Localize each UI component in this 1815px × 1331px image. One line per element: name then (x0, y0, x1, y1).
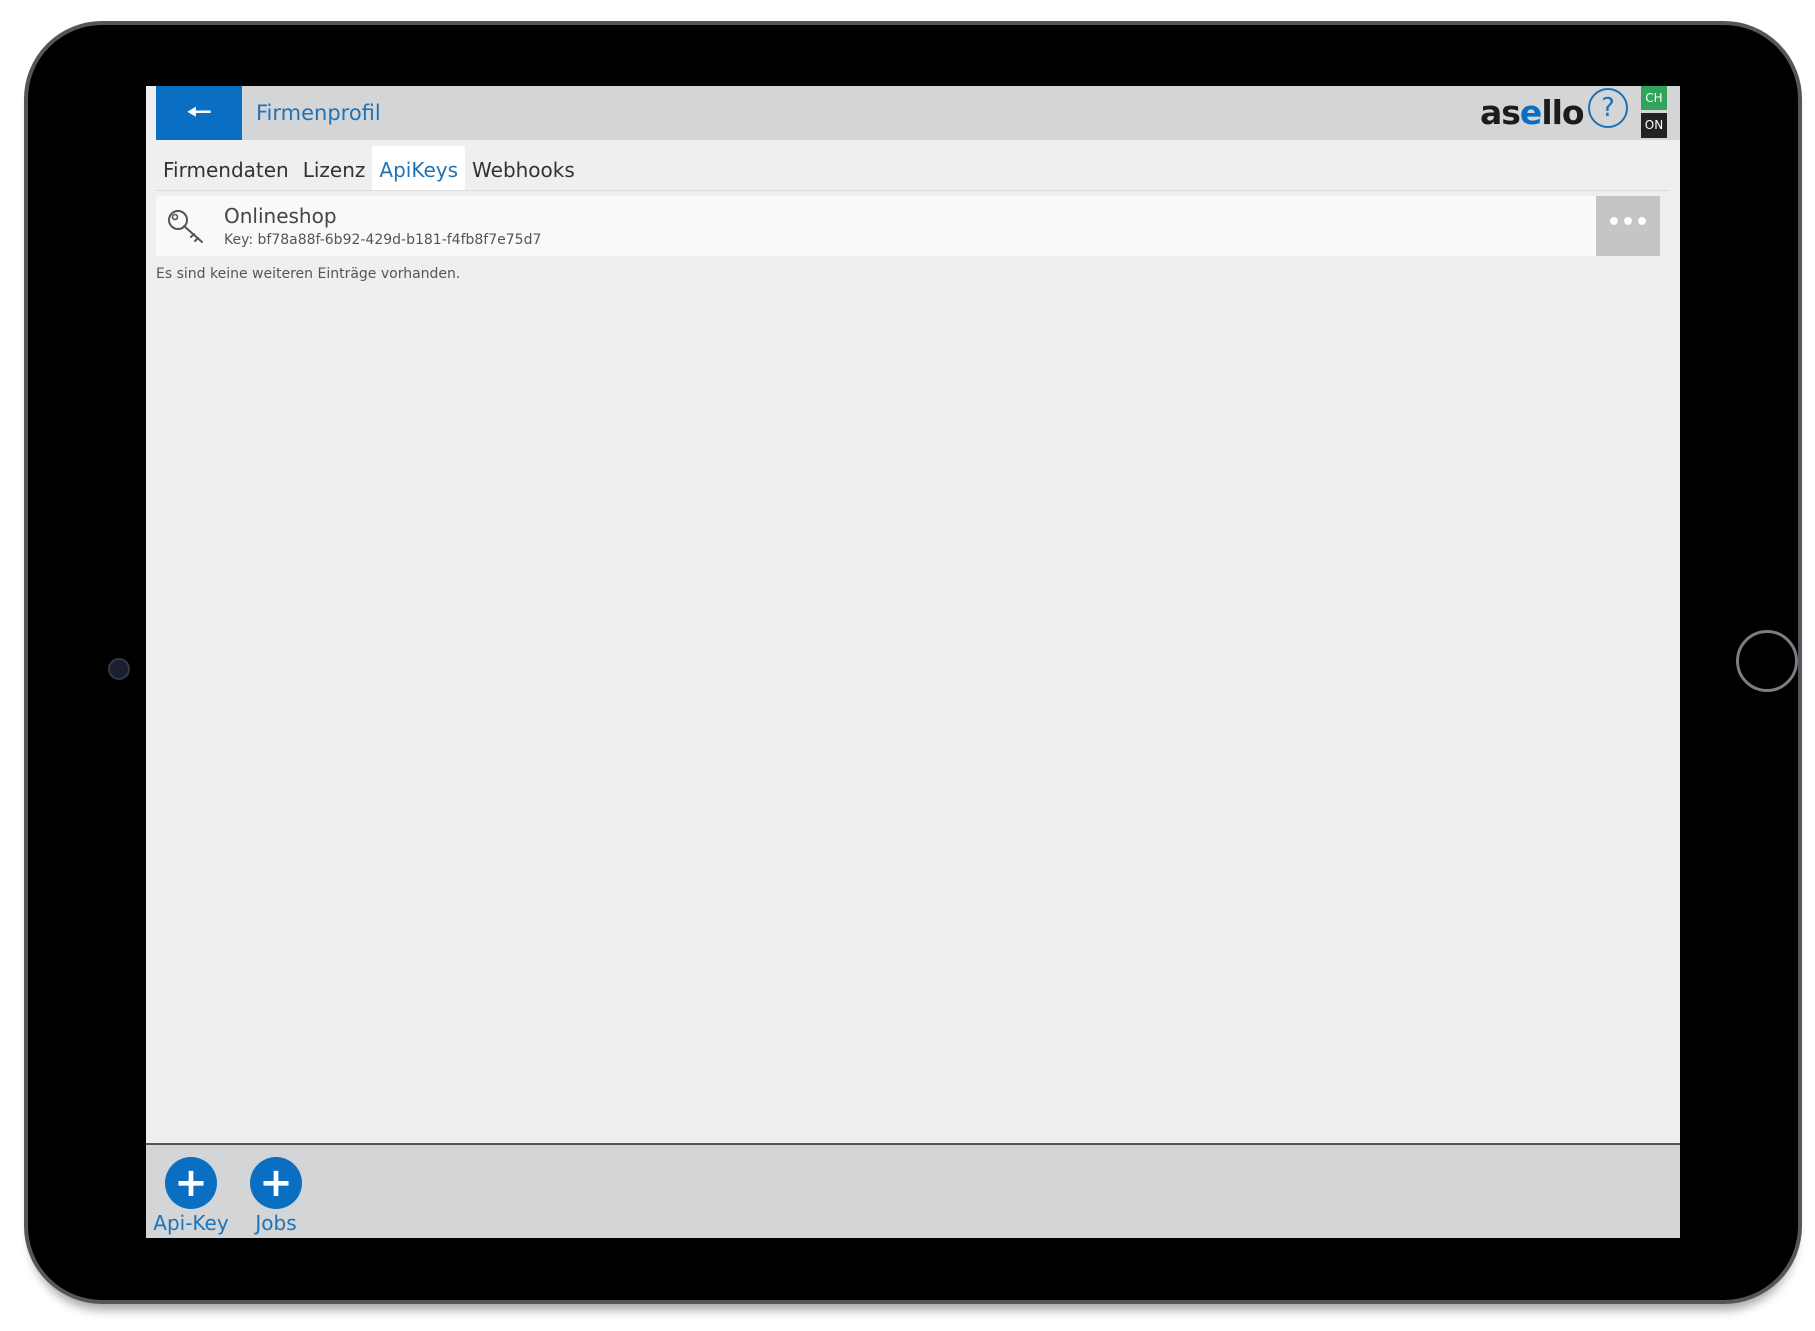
tab-divider (156, 190, 1670, 191)
key-icon (168, 210, 203, 243)
add-job-button[interactable]: + Jobs (236, 1157, 316, 1235)
add-api-key-label: Api-Key (153, 1211, 229, 1235)
plus-icon: + (250, 1157, 302, 1209)
plus-icon: + (165, 1157, 217, 1209)
asello-logo: asello (1480, 93, 1585, 132)
country-badge: CH (1641, 86, 1667, 110)
ellipsis-icon: ••• (1606, 210, 1650, 235)
tab-apikeys[interactable]: ApiKeys (372, 146, 466, 190)
tab-lizenz[interactable]: Lizenz (296, 146, 373, 190)
app-screen: 🠔 Firmenprofil asello ? CH ON Firmendate… (146, 86, 1680, 1238)
home-button[interactable] (1736, 630, 1798, 692)
question-mark-icon: ? (1601, 93, 1615, 123)
add-api-key-button[interactable]: + Api-Key (151, 1157, 231, 1235)
tab-webhooks[interactable]: Webhooks (465, 146, 582, 190)
page-title: Firmenprofil (256, 101, 381, 125)
tab-firmendaten[interactable]: Firmendaten (156, 146, 296, 190)
list-item[interactable]: Onlineshop Key: bf78a88f-6b92-429d-b181-… (156, 196, 1660, 256)
back-button[interactable]: 🠔 (156, 86, 242, 140)
online-status-badge: ON (1641, 113, 1667, 138)
no-more-entries-note: Es sind keine weiteren Einträge vorhande… (156, 266, 461, 282)
arrow-left-icon: 🠔 (185, 95, 213, 130)
add-job-label: Jobs (255, 1211, 297, 1235)
tab-bar: Firmendaten Lizenz ApiKeys Webhooks (156, 146, 582, 190)
more-options-button[interactable]: ••• (1596, 196, 1660, 256)
camera-icon (108, 658, 130, 680)
action-bar: + Api-Key + Jobs (146, 1143, 1680, 1238)
item-title: Onlineshop (224, 204, 337, 228)
item-key: Key: bf78a88f-6b92-429d-b181-f4fb8f7e75d… (224, 232, 542, 248)
help-button[interactable]: ? (1588, 88, 1628, 128)
app-header: 🠔 Firmenprofil asello ? CH ON (146, 86, 1680, 140)
